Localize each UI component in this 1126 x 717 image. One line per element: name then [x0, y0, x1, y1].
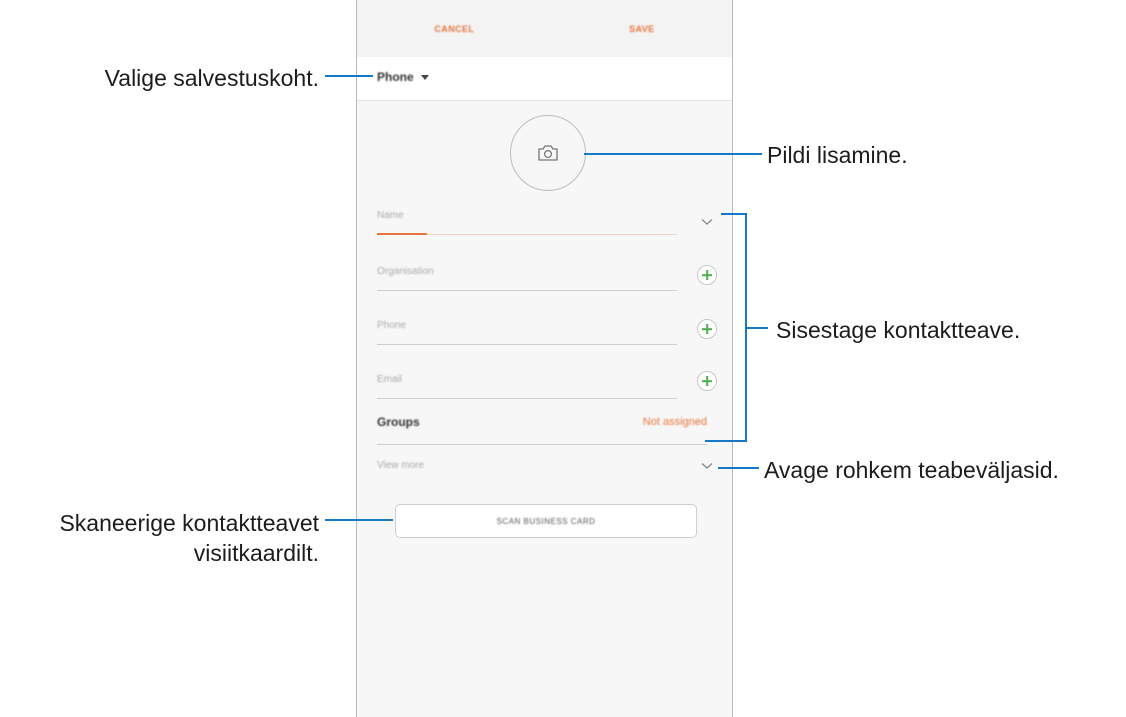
- storage-location-dropdown[interactable]: Phone: [377, 70, 429, 84]
- camera-icon: [538, 145, 558, 161]
- callout-storage: Valige salvestuskoht.: [104, 65, 319, 91]
- callout-scan: Skaneerige kontaktteavet visiitkaardilt.: [59, 508, 319, 568]
- name-field[interactable]: Name: [377, 210, 677, 235]
- callout-line-scan: [325, 519, 393, 521]
- scan-business-card-label: SCAN BUSINESS CARD: [496, 516, 596, 526]
- chevron-down-icon[interactable]: [701, 462, 713, 470]
- name-placeholder: Name: [377, 210, 404, 221]
- callout-line-photo: [584, 153, 762, 155]
- chevron-down-icon[interactable]: [701, 218, 713, 226]
- callout-line-more-fields: [718, 467, 759, 469]
- callout-contact-info: Sisestage kontaktteave.: [776, 317, 1021, 343]
- groups-row[interactable]: Groups Not assigned: [377, 410, 707, 445]
- phone-field[interactable]: Phone: [377, 320, 677, 345]
- callout-more-fields: Avage rohkem teabeväljasid.: [764, 457, 1059, 483]
- callout-bracket-top: [721, 213, 747, 215]
- callout-scan-line1: Skaneerige kontaktteavet: [59, 510, 319, 536]
- storage-location-label: Phone: [377, 70, 414, 84]
- callout-photo: Pildi lisamine.: [767, 142, 908, 168]
- add-organisation-plus-icon[interactable]: [697, 265, 717, 285]
- storage-location-row: Phone: [357, 57, 732, 101]
- caret-down-icon: [420, 74, 429, 80]
- callout-bracket-bottom: [705, 440, 747, 442]
- phone-placeholder: Phone: [377, 320, 406, 331]
- top-action-bar: CANCEL SAVE: [357, 0, 732, 58]
- add-photo-button[interactable]: [510, 115, 586, 191]
- add-email-plus-icon[interactable]: [697, 371, 717, 391]
- save-button[interactable]: SAVE: [629, 24, 654, 34]
- groups-value: Not assigned: [642, 416, 707, 428]
- email-placeholder: Email: [377, 374, 403, 385]
- add-phone-plus-icon[interactable]: [697, 319, 717, 339]
- callout-scan-line2: visiitkaardilt.: [193, 540, 319, 566]
- organisation-field[interactable]: Organisation: [377, 266, 677, 291]
- cancel-button[interactable]: CANCEL: [434, 24, 474, 34]
- groups-label: Groups: [377, 415, 420, 429]
- organisation-placeholder: Organisation: [377, 266, 434, 277]
- view-more-link[interactable]: View more: [377, 460, 424, 471]
- scan-business-card-button[interactable]: SCAN BUSINESS CARD: [395, 504, 697, 538]
- email-field[interactable]: Email: [377, 374, 677, 399]
- callout-line-storage: [325, 75, 373, 77]
- callout-line-contact-info: [747, 327, 768, 329]
- phone-screen: CANCEL SAVE Phone Name Organisation Phon…: [356, 0, 733, 717]
